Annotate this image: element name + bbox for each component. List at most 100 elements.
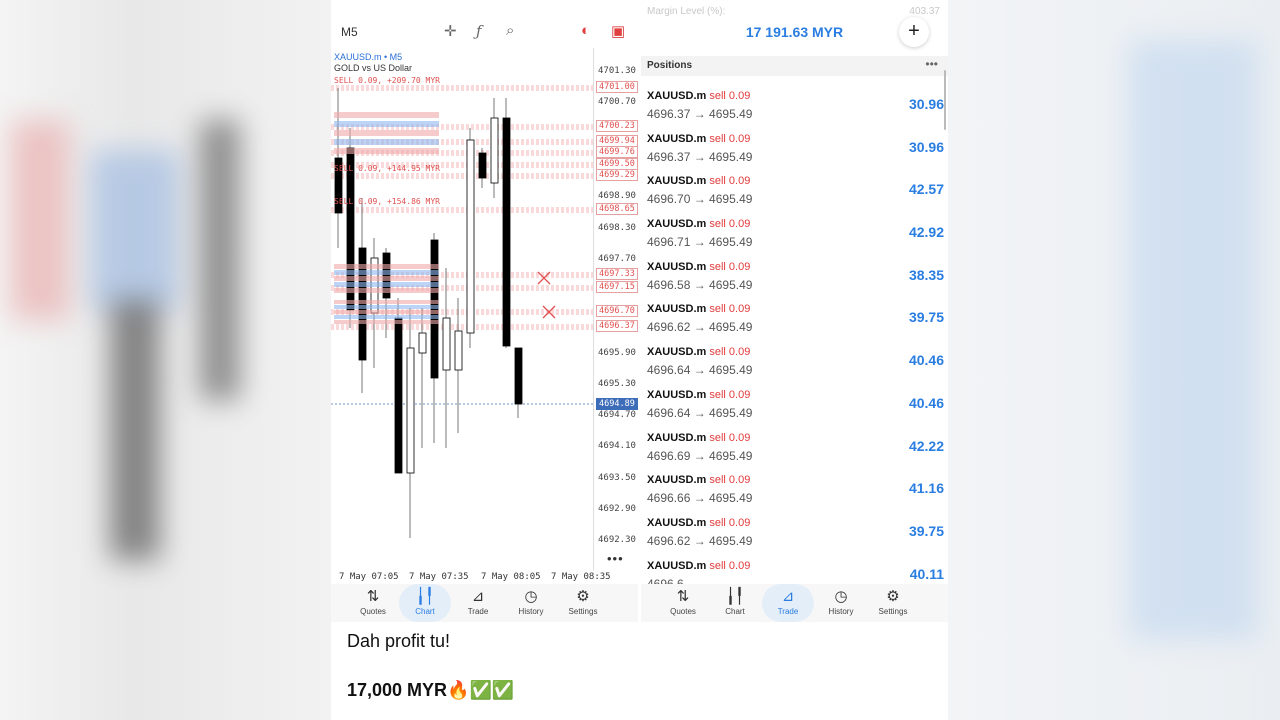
objects-icon[interactable]: ⌕ <box>506 22 514 39</box>
stacked-trade-labels <box>334 300 439 304</box>
chart-toolbar: M5 ✛ ƒ ⌕ ◐ ▣ <box>331 0 638 48</box>
position-row[interactable]: XAUUSD.m sell 0.09 4696.70 → 4695.49 42.57 <box>641 171 948 214</box>
nav-tab-label: Quotes <box>360 607 386 616</box>
position-row[interactable]: XAUUSD.m sell 0.09 4696.37 → 4695.49 30.96 <box>641 86 948 129</box>
position-profit: 40.46 <box>908 394 944 411</box>
history-icon: ◷ <box>834 588 848 605</box>
position-row[interactable]: XAUUSD.m sell 0.09 4696.62 → 4695.49 39.75 <box>641 299 948 342</box>
position-row[interactable]: XAUUSD.m sell 0.09 4696.64 → 4695.49 40.46 <box>641 342 948 385</box>
crosshair-icon[interactable]: ✛ <box>444 22 457 40</box>
position-price-tag: 4699.76 <box>596 146 638 158</box>
position-symbol: XAUUSD.m sell 0.09 <box>647 474 750 486</box>
scrollbar[interactable] <box>944 70 946 130</box>
history-icon: ◷ <box>524 588 538 605</box>
position-price-tag: 4696.37 <box>596 320 638 332</box>
position-side: sell 0.09 <box>709 346 751 359</box>
nav-tab-label: History <box>828 607 854 616</box>
symbol-name: XAUUSD.m <box>647 218 707 231</box>
nav-tab-label: Chart <box>725 607 745 616</box>
quotes-icon: ⇅ <box>366 588 380 605</box>
nav-tab-label: History <box>518 607 544 616</box>
price-tick: 4692.30 <box>598 535 636 545</box>
nav-tab-settings[interactable]: ⚙ Settings <box>557 584 609 622</box>
candle-body <box>466 139 475 334</box>
position-side: sell 0.09 <box>709 175 751 188</box>
position-profit: 40.11 <box>909 565 944 582</box>
nav-tab-label: Quotes <box>670 607 696 616</box>
nav-tab-quotes[interactable]: ⇅ Quotes <box>347 584 399 622</box>
position-prices: 4696.37 → 4695.49 <box>647 149 753 164</box>
settings-icon: ⚙ <box>576 588 590 605</box>
position-profit: 41.16 <box>908 480 944 497</box>
message-profit-text: 17,000 MYR🔥✅✅ <box>347 680 515 700</box>
time-tick: 7 May 07:05 <box>339 572 399 582</box>
stacked-trade-labels <box>334 315 439 319</box>
quotes-icon: ⇅ <box>676 588 690 605</box>
stacked-trade-labels <box>334 130 439 136</box>
position-profit: 42.92 <box>908 224 944 241</box>
position-profit: 30.96 <box>908 138 944 155</box>
stacked-trade-labels <box>334 112 439 118</box>
nav-tab-history[interactable]: ◷ History <box>815 584 867 622</box>
position-symbol: XAUUSD.m sell 0.09 <box>647 560 750 572</box>
message-text: Dah profit tu! <box>347 631 451 651</box>
position-row[interactable]: XAUUSD.m sell 0.09 4696.71 → 4695.49 42.92 <box>641 214 948 257</box>
price-tick: 4695.30 <box>598 379 636 389</box>
chart-more-icon[interactable]: ••• <box>607 551 624 566</box>
position-row[interactable]: XAUUSD.m sell 0.09 4696.64 → 4695.49 40.46 <box>641 385 948 428</box>
timeframe-button[interactable]: M5 <box>341 25 358 39</box>
candle-body <box>514 347 523 405</box>
price-tick: 4693.50 <box>598 473 636 483</box>
nav-tab-settings[interactable]: ⚙ Settings <box>867 584 919 622</box>
stacked-trade-labels <box>334 148 439 154</box>
one-click-icon[interactable]: ▣ <box>611 22 625 40</box>
position-row[interactable]: XAUUSD.m sell 0.09 4696.62 → 4695.49 39.75 <box>641 513 948 556</box>
candle-body <box>406 347 415 474</box>
nav-tab-history[interactable]: ◷ History <box>505 584 557 622</box>
settings-icon: ⚙ <box>886 588 900 605</box>
current-price-tag: 4694.89 <box>596 398 638 410</box>
price-tick: 4701.30 <box>598 66 636 76</box>
position-row[interactable]: XAUUSD.m sell 0.09 4696.66 → 4695.49 41.16 <box>641 470 948 513</box>
position-prices: 4696.66 → 4695.49 <box>647 491 753 506</box>
position-symbol: XAUUSD.m sell 0.09 <box>647 432 750 444</box>
position-row[interactable]: XAUUSD.m sell 0.09 4696.37 → 4695.49 30.96 <box>641 129 948 172</box>
stacked-trade-labels <box>334 264 439 269</box>
candle-body <box>442 317 451 371</box>
stacked-trade-labels <box>334 310 439 314</box>
position-side: sell 0.09 <box>709 218 751 231</box>
colors-icon[interactable]: ◐ <box>581 22 590 39</box>
symbol-name: XAUUSD.m <box>647 132 707 145</box>
position-profit: 42.57 <box>908 181 944 198</box>
position-profit: 30.96 <box>908 96 944 112</box>
positions-list: XAUUSD.m sell 0.09 4696.37 → 4695.49 30.96… <box>641 86 948 598</box>
positions-title: Positions <box>647 60 693 71</box>
new-order-button[interactable]: + <box>899 17 929 47</box>
nav-tab-trade[interactable]: ⊿ Trade <box>452 584 504 622</box>
nav-tab-quotes[interactable]: ⇅ Quotes <box>657 584 709 622</box>
position-row[interactable]: XAUUSD.m sell 0.09 4696.58 → 4695.49 38.35 <box>641 257 948 300</box>
stacked-trade-labels <box>334 270 439 275</box>
nav-tab-chart[interactable]: ╽╿ Chart <box>709 584 761 622</box>
position-price-tag: 4698.65 <box>596 203 638 215</box>
price-tick: 4694.70 <box>598 410 636 420</box>
price-chart[interactable]: SELL 0.09, +209.70 MYR SELL 0.09, +144.95… <box>331 48 638 570</box>
function-icon[interactable]: ƒ <box>476 22 482 40</box>
symbol-name: XAUUSD.m <box>647 175 707 188</box>
nav-tab-trade[interactable]: ⊿ Trade <box>762 584 814 622</box>
position-symbol: XAUUSD.m sell 0.09 <box>647 346 750 358</box>
position-price-tag: 4701.00 <box>596 81 638 93</box>
position-profit: 38.35 <box>908 266 944 283</box>
nav-tab-label: Trade <box>777 607 799 616</box>
position-prices: 4696.37 → 4695.49 <box>647 107 753 121</box>
trade-icon: ⊿ <box>471 588 485 605</box>
position-symbol: XAUUSD.m sell 0.09 <box>647 261 750 273</box>
position-side: sell 0.09 <box>709 303 751 316</box>
position-price-tag: 4696.70 <box>596 305 638 317</box>
candle-body <box>454 330 463 371</box>
positions-more-icon[interactable]: ••• <box>925 57 938 71</box>
nav-tab-chart[interactable]: ╽╿ Chart <box>399 584 451 622</box>
close-marker-icon <box>537 271 551 285</box>
position-symbol: XAUUSD.m sell 0.09 <box>647 303 750 315</box>
position-row[interactable]: XAUUSD.m sell 0.09 4696.69 → 4695.49 42.22 <box>641 428 948 471</box>
